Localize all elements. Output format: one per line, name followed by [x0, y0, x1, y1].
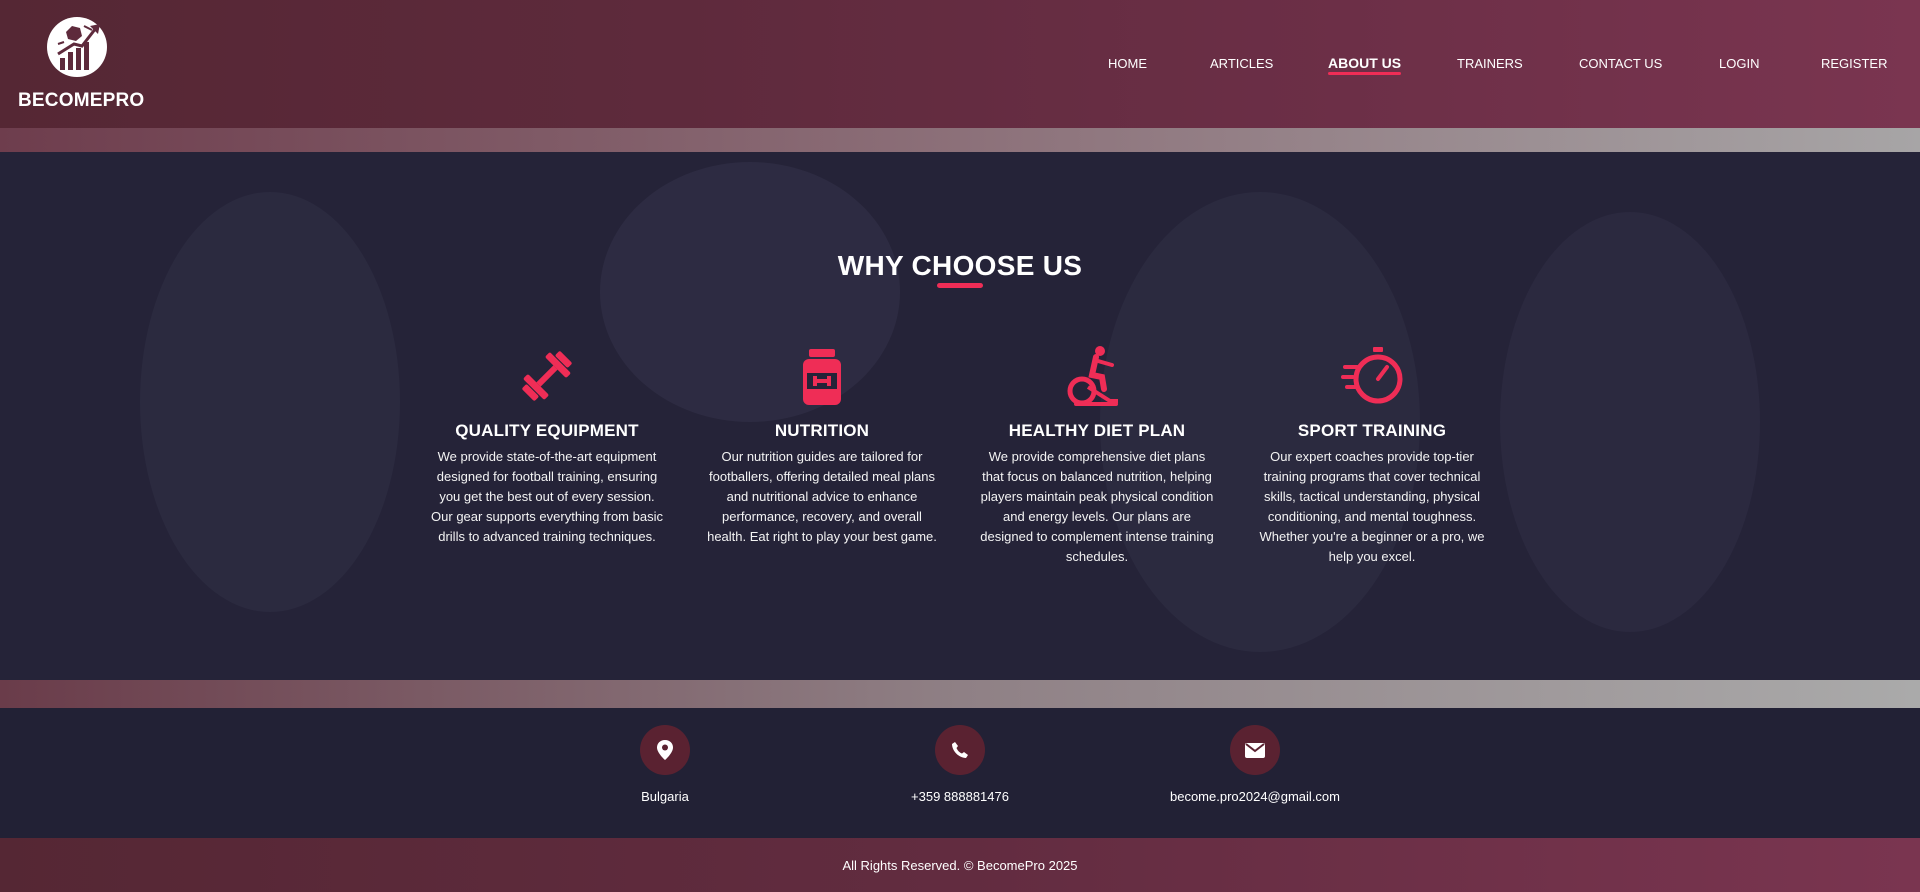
- feature-title: NUTRITION: [774, 421, 870, 440]
- divider-band: [0, 680, 1920, 708]
- location-pin-icon: [640, 725, 690, 775]
- contact-location: Bulgaria: [535, 725, 795, 804]
- site-header: BECOMEPRO HOME ARTICLES ABOUT US TRAINER…: [0, 0, 1920, 128]
- dumbbell-icon: [522, 351, 572, 401]
- nav-trainers[interactable]: TRAINERS: [1457, 56, 1523, 71]
- nav-register[interactable]: REGISTER: [1821, 56, 1887, 71]
- phone-icon[interactable]: [935, 725, 985, 775]
- nav-contact-us[interactable]: CONTACT US: [1579, 56, 1662, 71]
- contact-section: Bulgaria +359 888881476 become.pro2024@g…: [0, 708, 1920, 838]
- exercise-bike-icon: [1067, 346, 1118, 406]
- feature-quality-equipment: QUALITY EQUIPMENT We provide state-of-th…: [427, 345, 667, 547]
- feature-text: Our nutrition guides are tailored for fo…: [707, 449, 937, 544]
- nav-home[interactable]: HOME: [1108, 56, 1147, 71]
- feature-title: SPORT TRAINING: [1297, 421, 1447, 440]
- brand-name: BECOMEPRO: [18, 90, 145, 111]
- why-choose-us-section: WHY CHOOSE US QUALITY EQUIPMENT We provi…: [0, 152, 1920, 680]
- envelope-icon[interactable]: [1230, 725, 1280, 775]
- copyright-text: All Rights Reserved. © BecomePro 2025: [842, 857, 1078, 873]
- nav-login[interactable]: LOGIN: [1719, 56, 1759, 71]
- feature-text: We provide state-of-the-art equipment de…: [431, 449, 663, 544]
- section-title: WHY CHOOSE US: [837, 250, 1083, 281]
- nav-articles[interactable]: ARTICLES: [1210, 56, 1273, 71]
- feature-nutrition: NUTRITION Our nutrition guides are tailo…: [702, 345, 942, 547]
- contact-email: become.pro2024@gmail.com: [1125, 725, 1385, 804]
- feature-text: We provide comprehensive diet plans that…: [980, 449, 1214, 564]
- contact-phone-text[interactable]: +359 888881476: [830, 789, 1090, 804]
- feature-text: Our expert coaches provide top-tier trai…: [1259, 449, 1485, 564]
- feature-title: QUALITY EQUIPMENT: [455, 421, 639, 440]
- feature-healthy-diet-plan: HEALTHY DIET PLAN We provide comprehensi…: [977, 345, 1217, 567]
- feature-title: HEALTHY DIET PLAN: [1008, 421, 1186, 440]
- contact-email-text[interactable]: become.pro2024@gmail.com: [1125, 789, 1385, 804]
- supplement-jar-icon: [803, 349, 841, 405]
- divider-band: [0, 128, 1920, 152]
- nav-about-us[interactable]: ABOUT US: [1328, 55, 1402, 75]
- site-footer: All Rights Reserved. © BecomePro 2025: [0, 838, 1920, 892]
- main-nav: HOME ARTICLES ABOUT US TRAINERS CONTACT …: [0, 55, 1920, 76]
- title-underline: [937, 283, 983, 288]
- stopwatch-icon: [1341, 347, 1403, 404]
- contact-phone: +359 888881476: [830, 725, 1090, 804]
- contact-location-text: Bulgaria: [641, 789, 689, 804]
- feature-sport-training: SPORT TRAINING Our expert coaches provid…: [1252, 345, 1492, 567]
